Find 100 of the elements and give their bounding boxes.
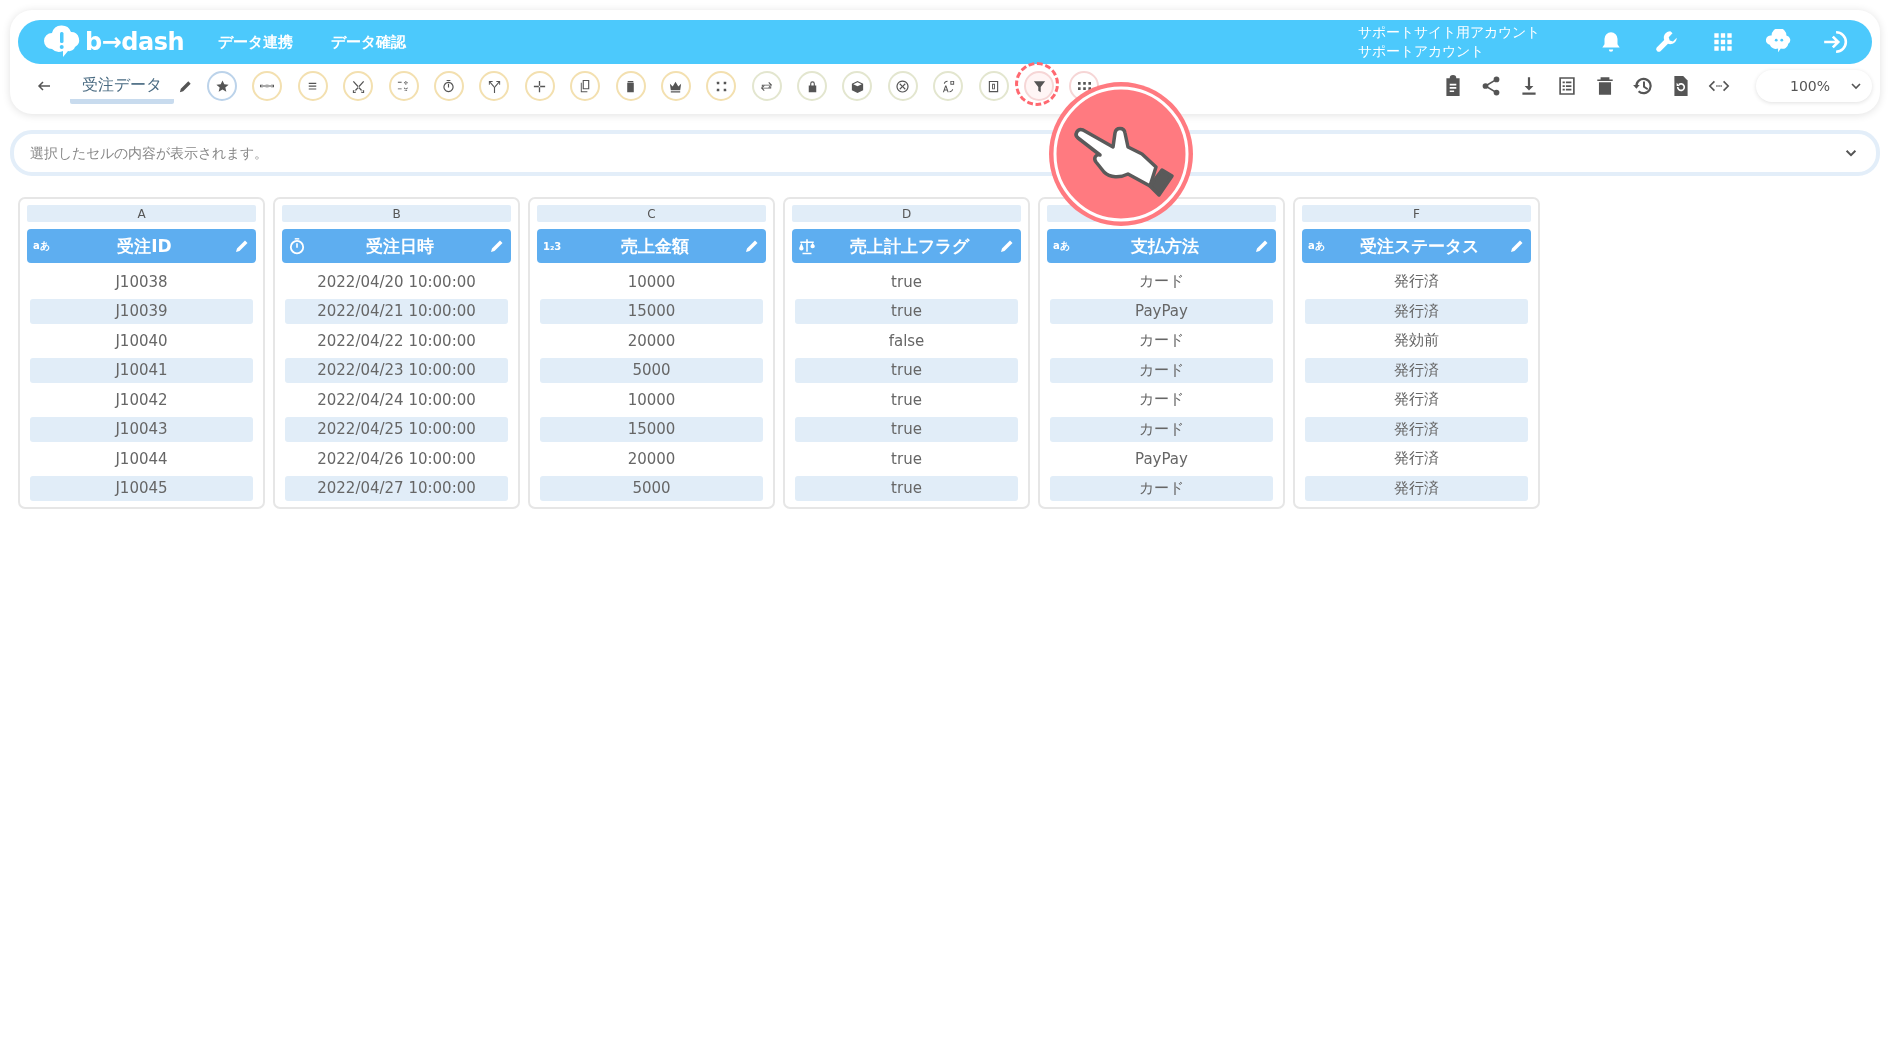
table-cell[interactable]: 2022/04/25 10:00:00 bbox=[285, 416, 508, 442]
column-letter-bar[interactable]: D bbox=[792, 205, 1021, 222]
table-cell[interactable]: J10044 bbox=[30, 446, 253, 472]
table-cell[interactable]: 発行済 bbox=[1305, 269, 1528, 295]
table-cell[interactable]: 2022/04/20 10:00:00 bbox=[285, 269, 508, 295]
column-letter-bar[interactable]: A bbox=[27, 205, 256, 222]
table-cell[interactable]: PayPay bbox=[1050, 298, 1273, 324]
column-letter-bar[interactable]: F bbox=[1302, 205, 1531, 222]
table-cell[interactable]: true bbox=[795, 269, 1018, 295]
dots-tool-button[interactable] bbox=[252, 71, 283, 101]
copy-tool-button[interactable] bbox=[570, 71, 601, 101]
column-letter-bar[interactable]: B bbox=[282, 205, 511, 222]
table-cell[interactable]: false bbox=[795, 328, 1018, 354]
column-name: 支払方法 bbox=[1129, 234, 1200, 258]
table-cell[interactable]: J10045 bbox=[30, 475, 253, 501]
table-cell[interactable]: 2022/04/24 10:00:00 bbox=[285, 387, 508, 413]
table-cell[interactable]: 発行済 bbox=[1305, 416, 1528, 442]
share-icon[interactable] bbox=[1480, 75, 1502, 97]
repeat-tool-button[interactable] bbox=[751, 71, 782, 101]
table-cell[interactable]: J10039 bbox=[30, 298, 253, 324]
zero-tool-button[interactable] bbox=[978, 71, 1009, 101]
cell-content-bar[interactable]: 選択したセルの内容が表示されます。 bbox=[10, 130, 1880, 176]
column-letter: D bbox=[901, 206, 912, 221]
highlight-ring bbox=[1015, 62, 1060, 106]
dots-icon bbox=[260, 84, 275, 88]
translate-icon bbox=[940, 78, 956, 94]
table-cell[interactable]: 15000 bbox=[540, 298, 763, 324]
column-letter-bar[interactable]: C bbox=[537, 205, 766, 222]
cancel-tool-button[interactable] bbox=[887, 71, 918, 101]
account-name: サポートアカウント bbox=[1358, 42, 1485, 61]
table-cell[interactable]: 2022/04/27 10:00:00 bbox=[285, 475, 508, 501]
column-name: 売上金額 bbox=[619, 234, 690, 258]
table-cell[interactable]: J10040 bbox=[30, 328, 253, 354]
table-cell[interactable]: true bbox=[795, 475, 1018, 501]
table-cell[interactable]: 15000 bbox=[540, 416, 763, 442]
filter-tool-button[interactable] bbox=[1024, 71, 1055, 101]
split-tool-button[interactable] bbox=[479, 71, 510, 101]
table-cell[interactable]: 発行済 bbox=[1305, 387, 1528, 413]
table-cell[interactable]: 発行済 bbox=[1305, 446, 1528, 472]
logo-text: b→dash bbox=[85, 28, 185, 56]
star-tool-button[interactable] bbox=[207, 71, 237, 101]
table-cell[interactable]: 2022/04/26 10:00:00 bbox=[285, 446, 508, 472]
star-icon bbox=[214, 78, 230, 94]
column-letter: A bbox=[137, 206, 146, 221]
table-cell[interactable]: J10038 bbox=[30, 269, 253, 295]
scissors-tool-button[interactable] bbox=[343, 71, 374, 101]
account-name: サポートサイト用アカウント bbox=[1358, 23, 1540, 42]
table-cell[interactable]: 10000 bbox=[540, 269, 763, 295]
column-letter: B bbox=[392, 206, 401, 221]
table-cell[interactable]: 発行済 bbox=[1305, 475, 1528, 501]
timer-tool-button[interactable] bbox=[433, 71, 464, 101]
table-cell[interactable]: true bbox=[795, 416, 1018, 442]
translate-tool-button[interactable] bbox=[933, 71, 964, 101]
table-cell[interactable]: J10043 bbox=[30, 416, 253, 442]
table-cell[interactable]: true bbox=[795, 298, 1018, 324]
scissors-icon bbox=[350, 78, 366, 94]
table-cell[interactable]: 20000 bbox=[540, 328, 763, 354]
trash-icon[interactable] bbox=[1594, 75, 1616, 97]
trash-tool-button[interactable] bbox=[615, 71, 646, 101]
table-cell[interactable]: PayPay bbox=[1050, 446, 1273, 472]
table-cell[interactable]: true bbox=[795, 357, 1018, 383]
zoom-select[interactable]: 100% bbox=[1756, 70, 1872, 102]
cancel-icon bbox=[895, 78, 911, 94]
table-cell[interactable]: 5000 bbox=[540, 475, 763, 501]
chevron-down-icon bbox=[1850, 80, 1862, 92]
table-cell[interactable]: 2022/04/23 10:00:00 bbox=[285, 357, 508, 383]
crown-tool-button[interactable] bbox=[660, 71, 691, 101]
table-cell[interactable]: 発行済 bbox=[1305, 357, 1528, 383]
column-name: 受注ステータス bbox=[1359, 234, 1480, 258]
table-cell[interactable]: J10042 bbox=[30, 387, 253, 413]
column-name: 受注日時 bbox=[364, 234, 435, 258]
lock-tool-button[interactable] bbox=[797, 71, 828, 101]
table-cell[interactable]: 発効前 bbox=[1305, 328, 1528, 354]
table-cell[interactable]: true bbox=[795, 387, 1018, 413]
table-cell[interactable]: 2022/04/22 10:00:00 bbox=[285, 328, 508, 354]
plus-tool-button[interactable] bbox=[524, 71, 555, 101]
table-cell[interactable]: 5000 bbox=[540, 357, 763, 383]
table-cell[interactable]: カード bbox=[1050, 475, 1273, 501]
table-cell[interactable]: 10000 bbox=[540, 387, 763, 413]
table-cell[interactable]: 2022/04/21 10:00:00 bbox=[285, 298, 508, 324]
table-cell[interactable]: J10041 bbox=[30, 357, 253, 383]
table-cell[interactable]: カード bbox=[1050, 328, 1273, 354]
table-cell[interactable]: カード bbox=[1050, 357, 1273, 383]
table-cell[interactable]: 20000 bbox=[540, 446, 763, 472]
box-tool-button[interactable] bbox=[842, 71, 873, 101]
grid-icon bbox=[1077, 82, 1091, 90]
column-name: 売上計上フラグ bbox=[849, 234, 971, 258]
type-label: aあ bbox=[33, 239, 51, 253]
cell-content-field[interactable]: 選択したセルの内容が表示されます。 bbox=[28, 144, 1840, 162]
cloud-logo-icon bbox=[42, 25, 82, 59]
history-icon[interactable] bbox=[1632, 75, 1654, 97]
table-cell[interactable]: カード bbox=[1050, 269, 1273, 295]
table-title[interactable]: 受注データ bbox=[70, 74, 174, 104]
list-icon[interactable] bbox=[1556, 75, 1578, 97]
table-cell[interactable]: カード bbox=[1050, 387, 1273, 413]
table-cell[interactable]: true bbox=[795, 446, 1018, 472]
type-label: aあ bbox=[1053, 239, 1071, 253]
table-cell[interactable]: カード bbox=[1050, 416, 1273, 442]
filter-icon bbox=[1031, 78, 1047, 94]
table-cell[interactable]: 発行済 bbox=[1305, 298, 1528, 324]
